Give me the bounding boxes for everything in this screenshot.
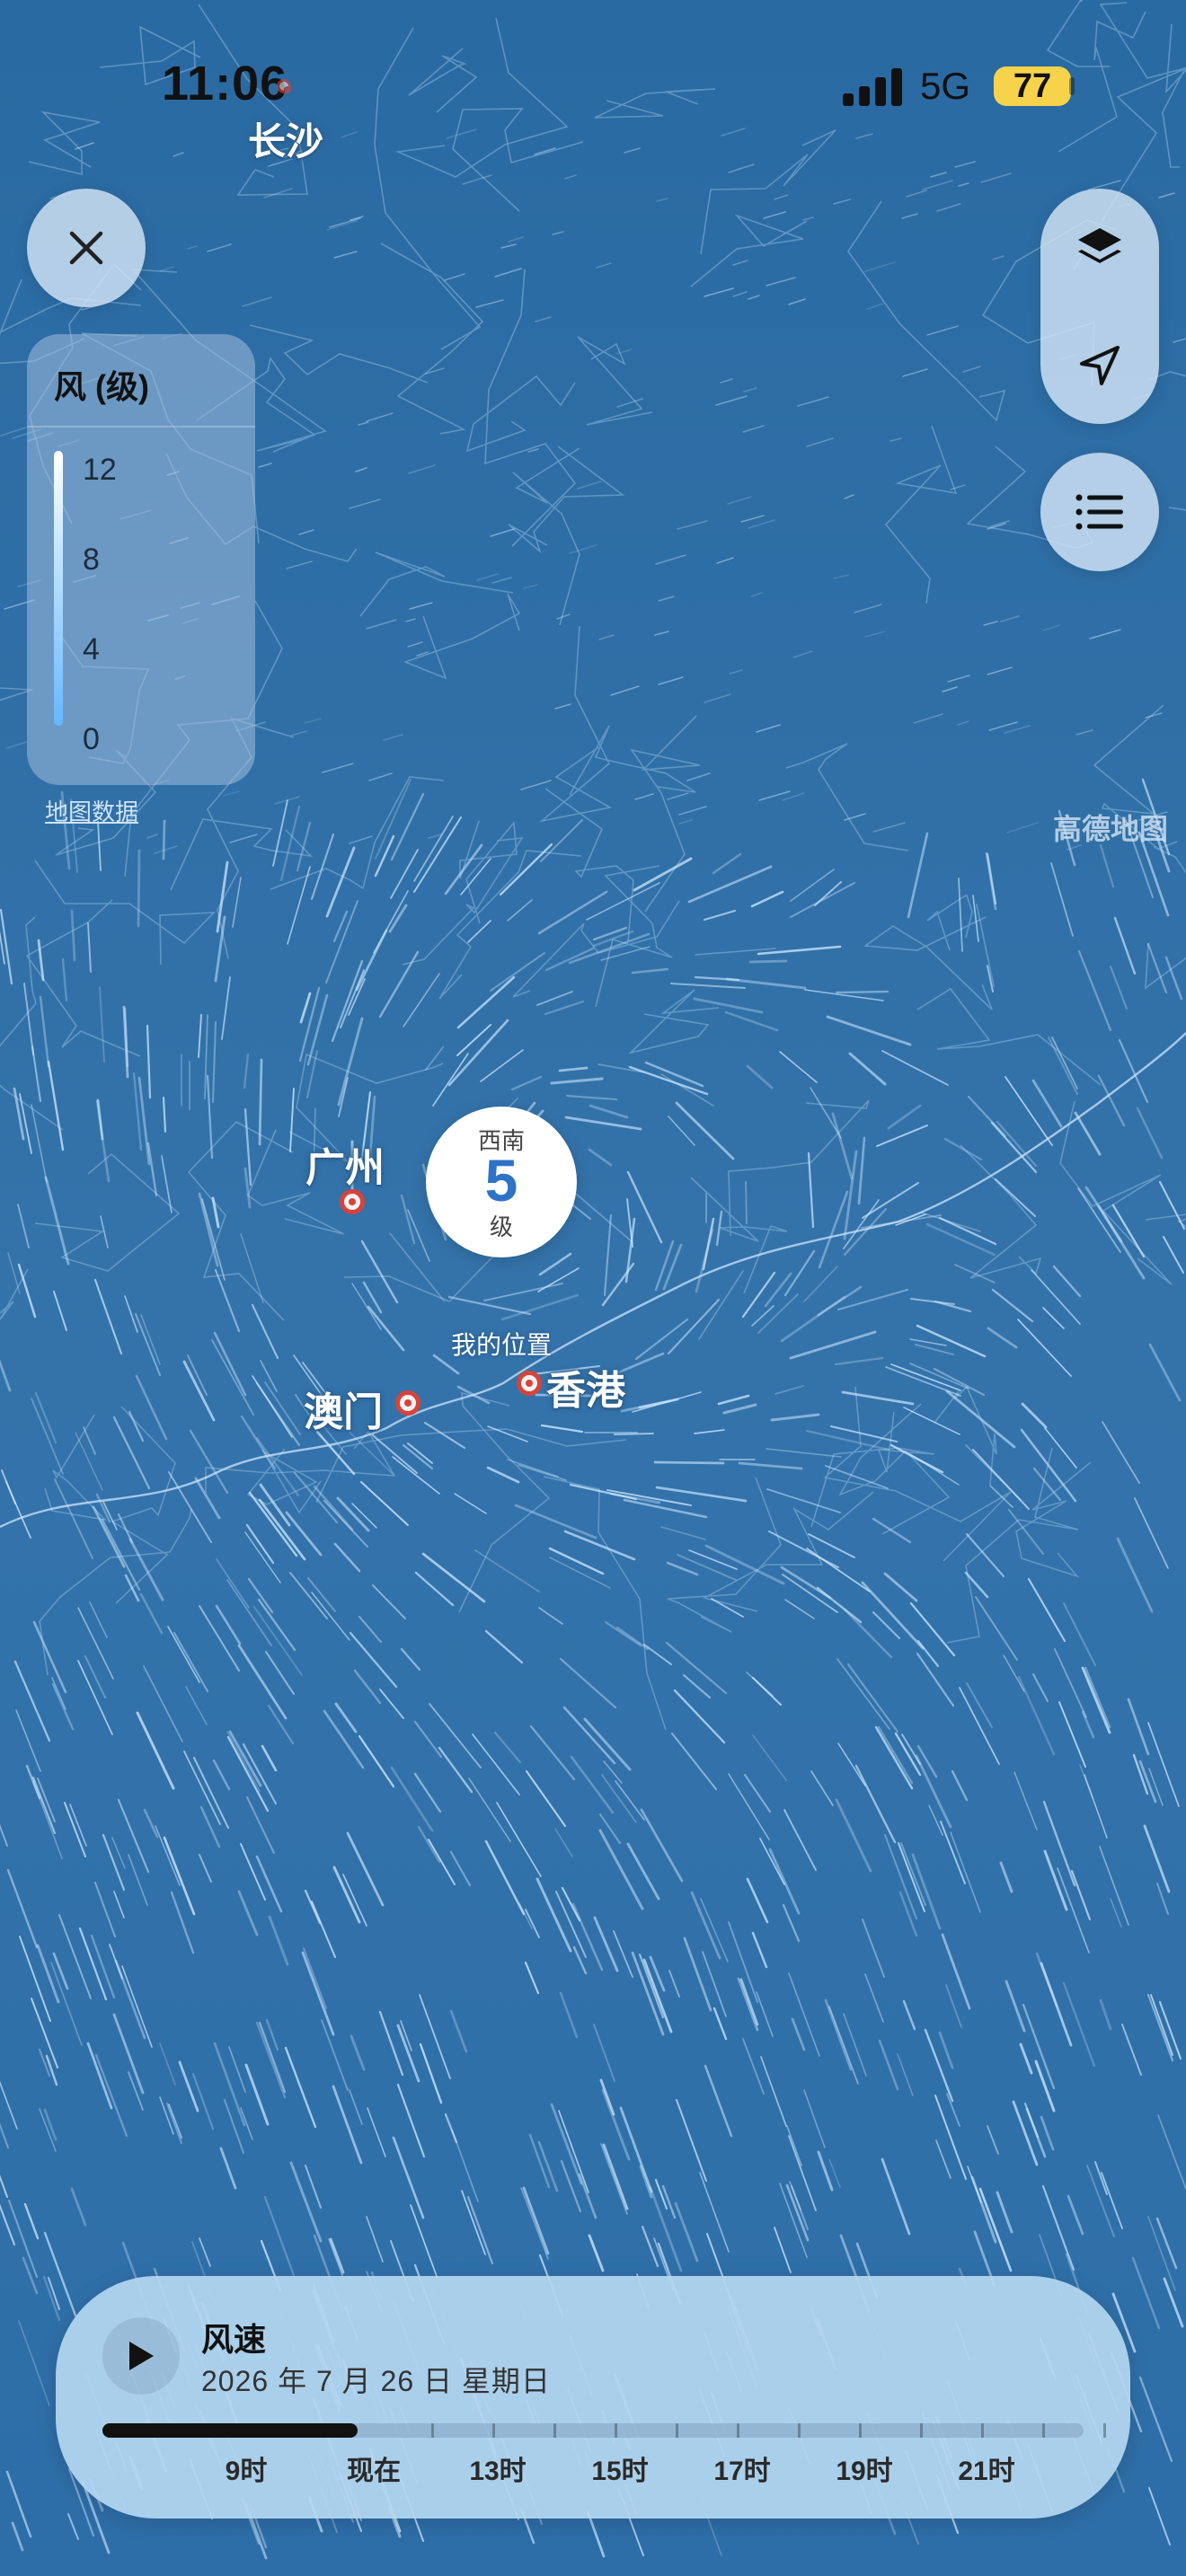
wind-streak [748, 959, 788, 964]
city-label-guangzhou[interactable]: 广州 [305, 1135, 385, 1193]
timeline-label: 9时 [225, 2457, 268, 2486]
cellular-signal-icon [843, 65, 904, 106]
city-marker-guangzhou[interactable] [340, 1189, 365, 1214]
wind-level-unit: 级 [489, 1213, 513, 1240]
wind-level-marker[interactable]: 西南 5 级 [426, 1107, 577, 1257]
network-type: 5G [920, 65, 971, 107]
location-arrow-icon [1080, 345, 1120, 385]
timeline-tick [737, 2423, 739, 2438]
timeline-tick [859, 2423, 862, 2438]
timeline-tick [1042, 2423, 1045, 2438]
my-location-button[interactable] [1040, 306, 1159, 424]
legend-tick: 4 [83, 632, 100, 666]
timeline-tick [615, 2423, 617, 2438]
timeline-title: 风速 [201, 2321, 267, 2358]
legend-tick: 0 [83, 722, 100, 756]
list-button[interactable] [1040, 453, 1159, 571]
wind-level-value: 5 [484, 1147, 518, 1213]
play-icon [129, 2342, 154, 2370]
timeline-tick [981, 2423, 984, 2438]
list-icon [1075, 494, 1123, 530]
close-icon [69, 231, 103, 265]
wind-legend: 风 (级) 12 8 4 0 [27, 334, 255, 785]
legend-title: 风 (级) [54, 368, 149, 405]
timeline-progress [102, 2423, 358, 2438]
legend-tick: 8 [83, 543, 100, 577]
battery-icon: 77 [994, 66, 1071, 106]
layers-button[interactable] [1040, 189, 1159, 306]
city-label-changsha[interactable]: 长沙 [248, 111, 323, 166]
timeline-slider[interactable] [102, 2423, 1084, 2438]
timeline-tick [1103, 2423, 1106, 2438]
timeline-label: 17时 [713, 2457, 771, 2486]
timeline-card: 风速 2026 年 7 月 26 日 星期日 9时 现在 13时 15时 17时… [56, 2276, 1130, 2519]
timeline-label: 19时 [836, 2457, 893, 2486]
map-attribution: 高德地图 [1053, 813, 1169, 845]
timeline-label: 现在 [347, 2457, 401, 2486]
timeline-date: 2026 年 7 月 26 日 星期日 [201, 2365, 551, 2397]
city-marker-changsha [277, 79, 291, 93]
city-label-hongkong[interactable]: 香港 [546, 1358, 625, 1416]
close-button[interactable] [27, 189, 146, 307]
timeline-label: 13时 [469, 2457, 527, 2486]
legend-tick: 12 [83, 453, 117, 487]
timeline-tick [920, 2423, 923, 2438]
my-location-label: 我的位置 [451, 1331, 553, 1359]
timeline-label: 15时 [591, 2457, 649, 2486]
status-bar: 11:06 5G 77 [0, 0, 1186, 153]
status-time: 11:06 [162, 57, 288, 110]
timeline-tick [798, 2423, 801, 2438]
timeline-label: 21时 [958, 2457, 1015, 2486]
city-label-macau[interactable]: 澳门 [304, 1380, 383, 1437]
legend-color-bar [54, 451, 63, 726]
wind-streak [745, 1181, 748, 1224]
timeline-tick [676, 2423, 678, 2438]
wind-streak [653, 1460, 725, 1465]
battery-cap [1069, 77, 1075, 95]
legend-divider [27, 426, 255, 428]
map-data-link[interactable]: 地图数据 [45, 794, 138, 827]
layers-icon [1078, 227, 1121, 263]
timeline-tick [431, 2423, 434, 2438]
timeline-tick [492, 2423, 495, 2438]
wind-streak [137, 849, 141, 928]
timeline-tick [553, 2423, 556, 2438]
map-controls-group [1040, 189, 1159, 424]
city-marker-hongkong[interactable] [517, 1371, 542, 1396]
play-button[interactable] [102, 2317, 180, 2395]
city-marker-macau[interactable] [395, 1390, 420, 1416]
